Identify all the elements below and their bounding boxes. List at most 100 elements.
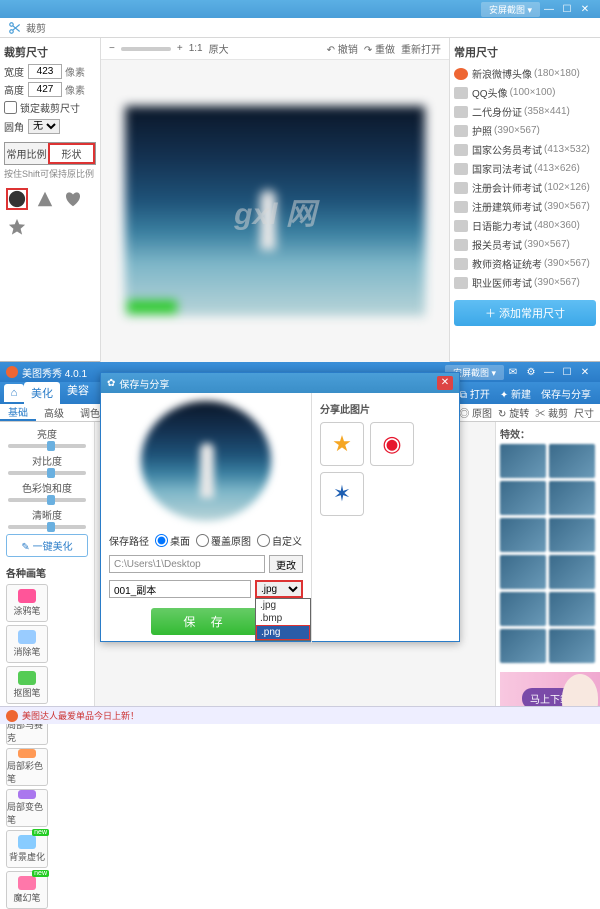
- lock-crop-checkbox[interactable]: [4, 101, 17, 114]
- format-select[interactable]: .jpg: [255, 580, 303, 598]
- size-preset[interactable]: 注册建筑师考试(390×567): [454, 197, 596, 216]
- slider-track[interactable]: [8, 498, 86, 502]
- shape-star[interactable]: [6, 216, 28, 238]
- brush-6[interactable]: 背景虚化: [6, 830, 48, 868]
- size-preset[interactable]: 国家司法考试(413×626): [454, 159, 596, 178]
- opt-desktop[interactable]: 桌面: [155, 533, 190, 548]
- size-preset[interactable]: 二代身份证(358×441): [454, 102, 596, 121]
- size-preset[interactable]: 国家公务员考试(413×532): [454, 140, 596, 159]
- slider-track[interactable]: [8, 525, 86, 529]
- share-renren[interactable]: ✶: [320, 472, 364, 516]
- menu-1[interactable]: 美容: [60, 382, 96, 404]
- brush-2[interactable]: 抠图笔: [6, 666, 48, 704]
- change-path-button[interactable]: 更改: [269, 555, 303, 573]
- crop-button[interactable]: ✂ 裁剪: [535, 405, 568, 420]
- zoom-fit-button[interactable]: 1:1: [189, 43, 203, 54]
- format-option-jpg[interactable]: .jpg: [256, 599, 310, 612]
- fx-thumb[interactable]: [549, 629, 595, 663]
- share-heading: 分享此图片: [320, 401, 451, 416]
- brush-icon: [18, 671, 36, 685]
- rotate-button[interactable]: ↻ 旋转: [498, 405, 529, 420]
- shape-circle[interactable]: [6, 188, 28, 210]
- brush-icon: [18, 589, 36, 603]
- brush-5[interactable]: 局部变色笔: [6, 789, 48, 827]
- fx-thumb[interactable]: [500, 629, 546, 663]
- format-option-png[interactable]: .png: [256, 625, 310, 640]
- brush-0[interactable]: 涂鸦笔: [6, 584, 48, 622]
- subtab-0[interactable]: 基础: [0, 404, 36, 421]
- crop-canvas[interactable]: gxl 网: [101, 60, 449, 362]
- fx-thumb[interactable]: [500, 444, 546, 478]
- fx-thumb[interactable]: [549, 518, 595, 552]
- share-qzone[interactable]: ★: [320, 422, 364, 466]
- size-button[interactable]: 尺寸: [574, 405, 594, 420]
- save-share-button[interactable]: 保存与分享: [536, 386, 596, 401]
- zoom-out-button[interactable]: −: [109, 43, 115, 54]
- fx-thumb[interactable]: [500, 481, 546, 515]
- size-preset[interactable]: 职业医师考试(390×567): [454, 273, 596, 292]
- zoom-slider[interactable]: [121, 47, 171, 51]
- screenshot-dropdown[interactable]: 安屏截图 ▾: [481, 2, 540, 17]
- one-key-beautify-button[interactable]: ✎ 一键美化: [6, 534, 88, 557]
- filename-input[interactable]: [109, 580, 251, 598]
- original-button[interactable]: ◎ 原图: [459, 405, 492, 420]
- brush-4[interactable]: 局部彩色笔: [6, 748, 48, 786]
- close-button[interactable]: ✕: [576, 367, 594, 378]
- new-button[interactable]: ✦ 新建: [495, 386, 536, 401]
- size-preset[interactable]: 护照(390×567): [454, 121, 596, 140]
- opt-overwrite[interactable]: 覆盖原图: [196, 533, 251, 548]
- redo-button[interactable]: ↷ 重做: [364, 41, 395, 56]
- size-preset[interactable]: QQ头像(100×100): [454, 83, 596, 102]
- close-button[interactable]: ✕: [576, 4, 594, 15]
- tab-ratio[interactable]: 常用比例: [5, 143, 48, 164]
- format-dropdown: .jpg .bmp .png: [255, 598, 311, 641]
- size-preset[interactable]: 教师资格证统考(390×567): [454, 254, 596, 273]
- corner-select[interactable]: 无: [28, 119, 60, 134]
- slider-track[interactable]: [8, 471, 86, 475]
- brush-label: 局部变色笔: [7, 800, 47, 826]
- save-button[interactable]: 保 存: [151, 608, 261, 635]
- size-preset[interactable]: 报关员考试(390×567): [454, 235, 596, 254]
- width-input[interactable]: [28, 64, 62, 79]
- size-icon: [454, 87, 468, 99]
- size-label: 新浪微博头像: [472, 66, 532, 81]
- shape-heart[interactable]: [62, 188, 84, 210]
- home-button[interactable]: ⌂: [4, 384, 24, 402]
- minimize-button[interactable]: —: [540, 4, 558, 15]
- size-preset[interactable]: 日语能力考试(480×360): [454, 216, 596, 235]
- size-preset[interactable]: 注册会计师考试(102×126): [454, 178, 596, 197]
- menu-0[interactable]: 美化: [24, 382, 60, 404]
- status-icon: [6, 710, 18, 722]
- fx-thumb[interactable]: [549, 481, 595, 515]
- subtab-1[interactable]: 高级: [36, 404, 72, 421]
- add-size-button[interactable]: ＋ 添加常用尺寸: [454, 300, 596, 326]
- size-preset[interactable]: 新浪微博头像(180×180): [454, 64, 596, 83]
- slider-track[interactable]: [8, 444, 86, 448]
- undo-button[interactable]: ↶ 撤销: [327, 41, 358, 56]
- opt-custom[interactable]: 自定义: [257, 533, 302, 548]
- fx-thumb[interactable]: [500, 555, 546, 589]
- minimize-button[interactable]: —: [540, 367, 558, 378]
- fx-thumb[interactable]: [500, 592, 546, 626]
- fx-thumb[interactable]: [549, 444, 595, 478]
- zoom-in-button[interactable]: +: [177, 43, 183, 54]
- fx-thumb[interactable]: [549, 592, 595, 626]
- brush-7[interactable]: 魔幻笔: [6, 871, 48, 909]
- shape-triangle[interactable]: [34, 188, 56, 210]
- maximize-button[interactable]: ☐: [558, 4, 576, 15]
- feedback-icon[interactable]: ✉: [504, 367, 522, 378]
- fx-thumb[interactable]: [500, 518, 546, 552]
- reopen-button[interactable]: 重新打开: [401, 41, 441, 56]
- fx-thumb[interactable]: [549, 555, 595, 589]
- open-button[interactable]: ⧉ 打开: [455, 386, 495, 401]
- tab-shape[interactable]: 形状: [48, 143, 95, 164]
- height-input[interactable]: [28, 82, 62, 97]
- settings-icon[interactable]: ⚙: [522, 367, 540, 378]
- dialog-close-button[interactable]: ✕: [437, 376, 453, 390]
- app-logo-icon: [6, 366, 18, 378]
- maximize-button[interactable]: ☐: [558, 367, 576, 378]
- format-option-bmp[interactable]: .bmp: [256, 612, 310, 625]
- brush-1[interactable]: 消除笔: [6, 625, 48, 663]
- path-input[interactable]: [109, 555, 265, 573]
- share-weibo[interactable]: ◉: [370, 422, 414, 466]
